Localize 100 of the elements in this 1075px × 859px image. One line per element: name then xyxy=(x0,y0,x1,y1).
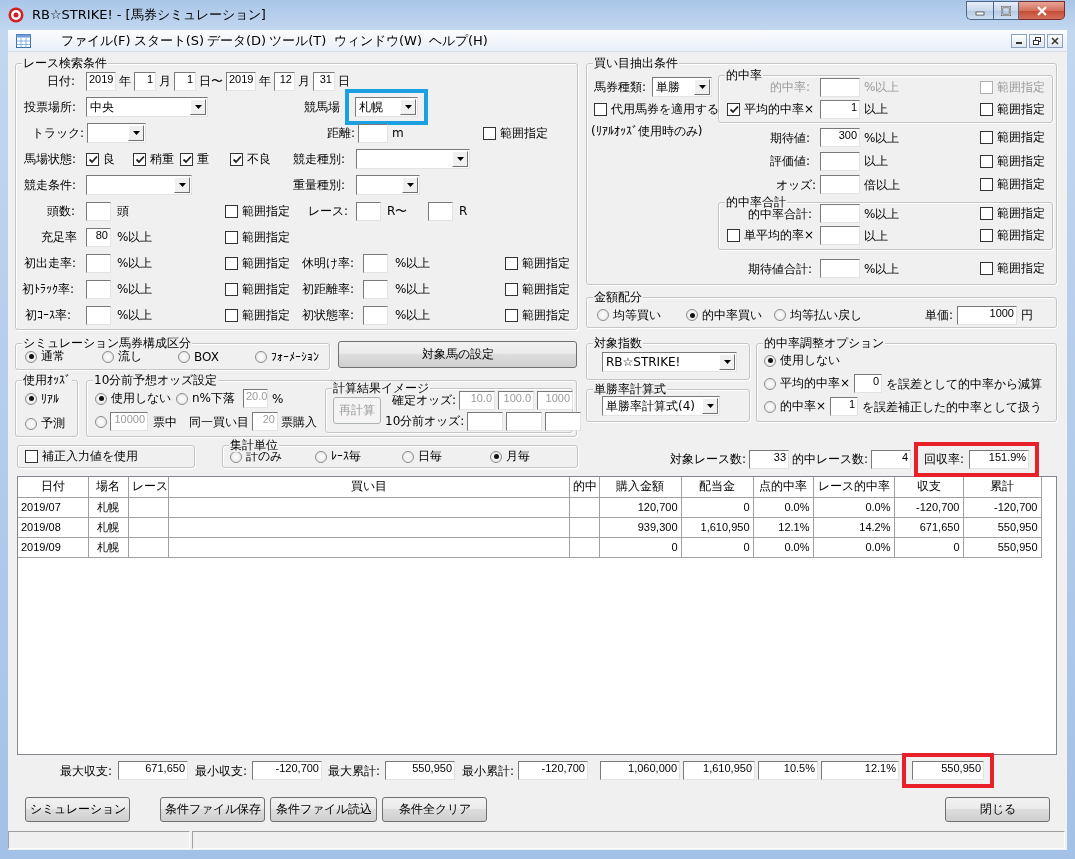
option-label[interactable]: 範囲指定 xyxy=(997,205,1045,222)
radio-button[interactable] xyxy=(25,417,37,430)
option-label[interactable]: 補正入力値を使用 xyxy=(42,448,138,465)
option-label[interactable]: 的中率× xyxy=(780,398,827,415)
checkbox[interactable] xyxy=(980,178,993,192)
close-button[interactable] xyxy=(1019,1,1065,20)
button[interactable]: 条件全クリア xyxy=(382,797,487,822)
column-header[interactable]: 場名 xyxy=(88,477,128,497)
checkbox[interactable] xyxy=(727,229,740,242)
radio-button[interactable] xyxy=(95,415,107,428)
option-label[interactable]: 範囲指定 xyxy=(997,260,1045,277)
input-field[interactable] xyxy=(428,201,453,221)
column-header[interactable]: 配当金 xyxy=(681,477,753,497)
button[interactable]: シミュレーション xyxy=(25,797,130,822)
input-field[interactable] xyxy=(820,204,860,223)
radio-button[interactable] xyxy=(176,392,188,405)
input-field[interactable] xyxy=(86,201,111,221)
option-label[interactable]: 日毎 xyxy=(418,448,442,465)
radio-button[interactable] xyxy=(95,392,107,405)
radio-button[interactable] xyxy=(490,450,502,463)
radio-button[interactable] xyxy=(255,350,267,363)
input-field[interactable] xyxy=(820,259,860,278)
input-field[interactable]: 31 xyxy=(313,71,335,91)
input-field[interactable]: 0 xyxy=(854,374,882,393)
dropdown[interactable]: 札幌 xyxy=(355,97,418,117)
option-label[interactable]: 使用しない xyxy=(111,390,171,407)
mdi-minimize-button[interactable] xyxy=(1011,33,1027,48)
radio-button[interactable] xyxy=(25,350,37,363)
option-label[interactable]: 平均的中率× xyxy=(780,375,851,392)
mdi-close-button[interactable] xyxy=(1047,33,1063,48)
column-header[interactable]: 累計 xyxy=(963,477,1041,497)
dropdown[interactable] xyxy=(356,149,470,169)
option-label[interactable]: 均等払い戻し xyxy=(790,306,862,324)
input-field[interactable] xyxy=(820,151,860,171)
option-label[interactable]: 範囲指定 xyxy=(522,280,570,298)
input-field[interactable] xyxy=(86,305,111,325)
dropdown[interactable]: 単勝 xyxy=(652,77,712,97)
input-field[interactable]: 80 xyxy=(86,227,111,247)
input-field[interactable]: 1 xyxy=(134,71,156,91)
menu-item[interactable]: ヘルプ(H) xyxy=(429,31,488,50)
dropdown[interactable] xyxy=(356,175,420,195)
radio-button[interactable] xyxy=(102,350,114,363)
checkbox[interactable] xyxy=(230,152,243,166)
input-field[interactable]: 2019 xyxy=(86,71,116,91)
input-field[interactable]: 33 xyxy=(749,449,790,469)
option-label[interactable]: ﾘｱﾙ xyxy=(41,391,59,406)
menu-item[interactable]: ツール(T) xyxy=(269,31,327,50)
checkbox[interactable] xyxy=(86,152,99,166)
option-label[interactable]: 範囲指定 xyxy=(242,228,290,246)
input-field[interactable]: 1,610,950 xyxy=(683,761,755,780)
radio-button[interactable] xyxy=(774,309,786,321)
checkbox[interactable] xyxy=(133,152,146,166)
checkbox[interactable] xyxy=(225,308,238,322)
option-label[interactable]: n%下落 xyxy=(192,390,235,407)
mdi-restore-button[interactable] xyxy=(1029,33,1045,48)
option-label[interactable]: 範囲指定 xyxy=(242,280,290,298)
option-label[interactable]: 範囲指定 xyxy=(242,202,290,220)
option-label[interactable]: 範囲指定 xyxy=(997,129,1045,147)
dropdown[interactable]: 単勝率計算式(4) xyxy=(602,396,720,416)
input-field[interactable] xyxy=(820,175,860,195)
checkbox[interactable] xyxy=(980,262,993,275)
input-field[interactable] xyxy=(356,201,381,221)
option-label[interactable]: 範囲指定 xyxy=(242,254,290,272)
checkbox[interactable] xyxy=(980,131,993,145)
column-header[interactable]: レース的中率 xyxy=(813,477,894,497)
input-field[interactable]: -120,700 xyxy=(252,761,322,780)
option-label[interactable]: 良 xyxy=(103,150,115,168)
minimize-button[interactable] xyxy=(966,1,993,20)
checkbox[interactable] xyxy=(505,256,518,270)
input-field[interactable] xyxy=(363,279,388,299)
menu-item[interactable]: ファイル(F) xyxy=(61,31,131,50)
option-label[interactable]: 範囲指定 xyxy=(242,306,290,324)
column-header[interactable]: 的中 xyxy=(569,477,599,497)
checkbox[interactable] xyxy=(727,102,740,116)
option-label[interactable]: 範囲指定 xyxy=(997,100,1045,118)
radio-button[interactable] xyxy=(686,309,698,321)
button[interactable]: 条件ファイル読込 xyxy=(270,797,377,822)
input-field[interactable] xyxy=(363,253,388,273)
option-label[interactable]: 代用馬券を適用する xyxy=(611,100,719,118)
maximize-button[interactable] xyxy=(993,1,1019,20)
option-label[interactable]: 不良 xyxy=(247,150,271,168)
radio-button[interactable] xyxy=(764,354,776,367)
option-label[interactable]: 使用しない xyxy=(780,352,840,369)
column-header[interactable]: 買い目 xyxy=(168,477,569,497)
checkbox[interactable] xyxy=(225,282,238,296)
option-label[interactable]: 範囲指定 xyxy=(522,254,570,272)
option-label[interactable]: 月毎 xyxy=(506,448,530,465)
input-field[interactable] xyxy=(467,411,504,431)
checkbox[interactable] xyxy=(980,154,993,168)
checkbox[interactable] xyxy=(225,204,238,218)
checkbox[interactable] xyxy=(505,308,518,322)
radio-button[interactable] xyxy=(597,309,609,321)
button[interactable]: 条件ファイル保存 xyxy=(160,797,265,822)
option-label[interactable]: 予測 xyxy=(41,415,65,432)
input-field[interactable] xyxy=(86,253,111,273)
option-label[interactable]: 範囲指定 xyxy=(997,227,1045,244)
checkbox[interactable] xyxy=(225,256,238,270)
checkbox[interactable] xyxy=(25,450,38,463)
checkbox[interactable] xyxy=(594,102,607,116)
option-label[interactable]: 均等買い xyxy=(613,306,661,324)
